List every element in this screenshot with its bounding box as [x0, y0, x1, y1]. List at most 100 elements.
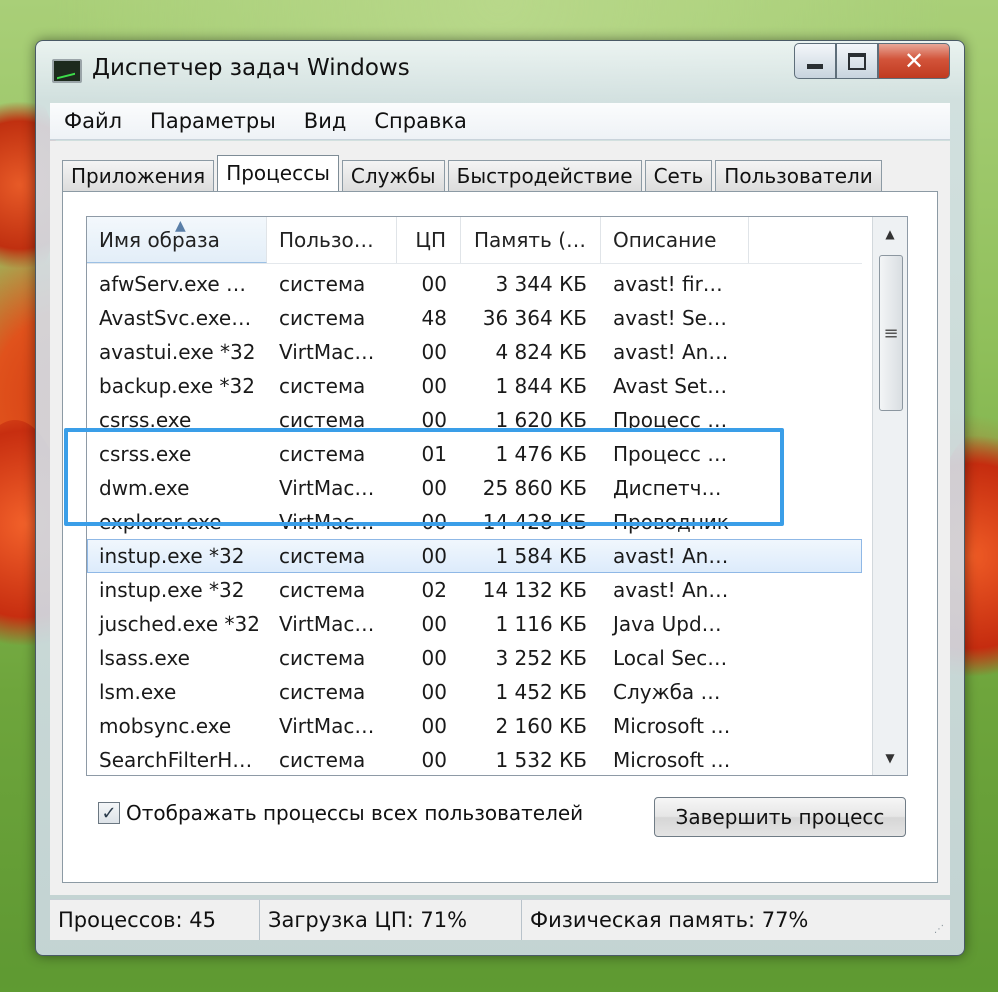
- process-cpu: 00: [421, 612, 447, 636]
- process-user: система: [279, 748, 366, 772]
- column-image-name[interactable]: ▲ Имя образа: [87, 217, 267, 263]
- process-row[interactable]: AvastSvc.exe… система 48 36 364 КБ avast! Se…: [87, 301, 862, 335]
- tab-users[interactable]: Пользователи: [715, 160, 882, 191]
- process-name: SearchFilterH…: [99, 748, 253, 772]
- show-all-users-label[interactable]: Отображать процессы всех пользователей: [126, 801, 583, 825]
- end-process-button[interactable]: Завершить процесс: [654, 797, 906, 837]
- process-cpu: 00: [421, 272, 447, 296]
- process-description: Avast Set…: [613, 374, 728, 398]
- process-cpu: 00: [421, 748, 447, 772]
- tab-services[interactable]: Службы: [341, 160, 445, 191]
- process-user: VirtMac…: [279, 714, 375, 738]
- menu-options[interactable]: Параметры: [136, 103, 290, 139]
- resize-grip-icon[interactable]: ⋰: [934, 924, 948, 938]
- status-memory-usage: Физическая память: 77%: [530, 908, 809, 932]
- window-title: Диспетчер задач Windows: [92, 55, 410, 81]
- process-cpu: 00: [421, 714, 447, 738]
- tab-strip: Приложения Процессы Службы Быстродействи…: [62, 155, 885, 192]
- process-cpu: 00: [421, 646, 447, 670]
- minimize-button[interactable]: [794, 43, 836, 79]
- process-user: система: [279, 374, 366, 398]
- highlight-annotation: [64, 428, 784, 526]
- list-header: ▲ Имя образа Пользо… ЦП Память (… Описан…: [87, 217, 862, 264]
- column-memory[interactable]: Память (…: [461, 217, 601, 263]
- process-memory: 3 252 КБ: [495, 646, 587, 670]
- column-cpu[interactable]: ЦП: [397, 217, 461, 263]
- process-description: avast! An…: [613, 340, 729, 364]
- maximize-icon: [848, 52, 866, 70]
- process-row[interactable]: instup.exe *32 система 02 14 132 КБ avast! A…: [87, 573, 862, 607]
- process-row[interactable]: instup.exe *32 система 00 1 584 КБ avast! An…: [87, 539, 862, 573]
- process-memory: 2 160 КБ: [495, 714, 587, 738]
- sort-ascending-icon: ▲: [175, 218, 186, 234]
- process-row[interactable]: avastui.exe *32 VirtMac… 00 4 824 КБ avast! …: [87, 335, 862, 369]
- process-name: instup.exe *32: [99, 544, 245, 568]
- title-bar[interactable]: Диспетчер задач Windows ✕: [36, 41, 964, 99]
- tab-processes[interactable]: Процессы: [217, 155, 339, 192]
- grip-icon: ≡: [883, 322, 899, 344]
- show-all-users-checkbox[interactable]: ✓: [98, 802, 120, 824]
- process-memory: 1 532 КБ: [495, 748, 587, 772]
- scroll-thumb[interactable]: ≡: [879, 255, 903, 411]
- process-user: система: [279, 544, 366, 568]
- process-user: система: [279, 272, 366, 296]
- menu-help[interactable]: Справка: [360, 103, 481, 139]
- column-user[interactable]: Пользо…: [267, 217, 397, 263]
- process-name: AvastSvc.exe…: [99, 306, 252, 330]
- process-memory: 14 132 КБ: [482, 578, 587, 602]
- process-user: VirtMac…: [279, 340, 375, 364]
- process-name: instup.exe *32: [99, 578, 245, 602]
- menu-bar: Файл Параметры Вид Справка: [50, 103, 950, 140]
- process-description: avast! An…: [613, 578, 729, 602]
- process-description: Служба …: [613, 680, 721, 704]
- process-row[interactable]: jusched.exe *32 VirtMac… 00 1 116 КБ Java Up…: [87, 607, 862, 641]
- status-bar: Процессов: 45 Загрузка ЦП: 71% Физическа…: [50, 899, 950, 940]
- tab-performance[interactable]: Быстродействие: [447, 160, 642, 191]
- process-row[interactable]: lsm.exe система 00 1 452 КБ Служба …: [87, 675, 862, 709]
- process-description: Local Sec…: [613, 646, 728, 670]
- process-name: avastui.exe *32: [99, 340, 256, 364]
- process-user: VirtMac…: [279, 612, 375, 636]
- process-memory: 1 116 КБ: [495, 612, 587, 636]
- process-description: avast! An…: [613, 544, 729, 568]
- process-memory: 1 584 КБ: [495, 544, 587, 568]
- process-description: avast! fir…: [613, 272, 723, 296]
- menu-view[interactable]: Вид: [290, 103, 361, 139]
- column-image-name-label: Имя образа: [99, 228, 220, 252]
- window-controls: ✕: [794, 43, 950, 79]
- process-memory: 1 452 КБ: [495, 680, 587, 704]
- background-grass: [0, 952, 998, 992]
- process-name: mobsync.exe: [99, 714, 232, 738]
- minimize-icon: [807, 63, 823, 69]
- close-button[interactable]: ✕: [878, 43, 950, 79]
- process-row[interactable]: backup.exe *32 система 00 1 844 КБ Avast Set…: [87, 369, 862, 403]
- vertical-scrollbar[interactable]: ▲ ≡ ▼: [872, 217, 907, 775]
- process-description: Microsoft …: [613, 714, 731, 738]
- process-description: avast! Se…: [613, 306, 727, 330]
- process-memory: 3 344 КБ: [495, 272, 587, 296]
- process-row[interactable]: mobsync.exe VirtMac… 00 2 160 КБ Microsoft …: [87, 709, 862, 743]
- close-icon: ✕: [903, 47, 925, 75]
- column-description[interactable]: Описание: [601, 217, 749, 263]
- show-all-users-option[interactable]: ✓ Отображать процессы всех пользователей: [98, 801, 583, 825]
- process-memory: 4 824 КБ: [495, 340, 587, 364]
- tab-applications[interactable]: Приложения: [62, 160, 215, 191]
- task-manager-icon: [52, 59, 82, 83]
- process-user: система: [279, 646, 366, 670]
- process-row[interactable]: afwServ.exe … система 00 3 344 КБ avast! fir…: [87, 267, 862, 301]
- process-memory: 36 364 КБ: [482, 306, 587, 330]
- process-cpu: 00: [421, 544, 447, 568]
- process-row[interactable]: lsass.exe система 00 3 252 КБ Local Sec…: [87, 641, 862, 675]
- process-description: Microsoft …: [613, 748, 731, 772]
- process-row[interactable]: SearchFilterH… система 00 1 532 КБ Microsoft…: [87, 743, 862, 775]
- maximize-button[interactable]: [836, 43, 878, 79]
- process-description: Java Upd…: [613, 612, 722, 636]
- process-memory: 1 844 КБ: [495, 374, 587, 398]
- menu-file[interactable]: Файл: [50, 103, 136, 139]
- process-cpu: 00: [421, 374, 447, 398]
- tab-networking[interactable]: Сеть: [644, 160, 713, 191]
- scroll-up-icon[interactable]: ▲: [873, 217, 907, 251]
- process-cpu: 48: [421, 306, 447, 330]
- scroll-down-icon[interactable]: ▼: [873, 741, 907, 775]
- process-name: backup.exe *32: [99, 374, 255, 398]
